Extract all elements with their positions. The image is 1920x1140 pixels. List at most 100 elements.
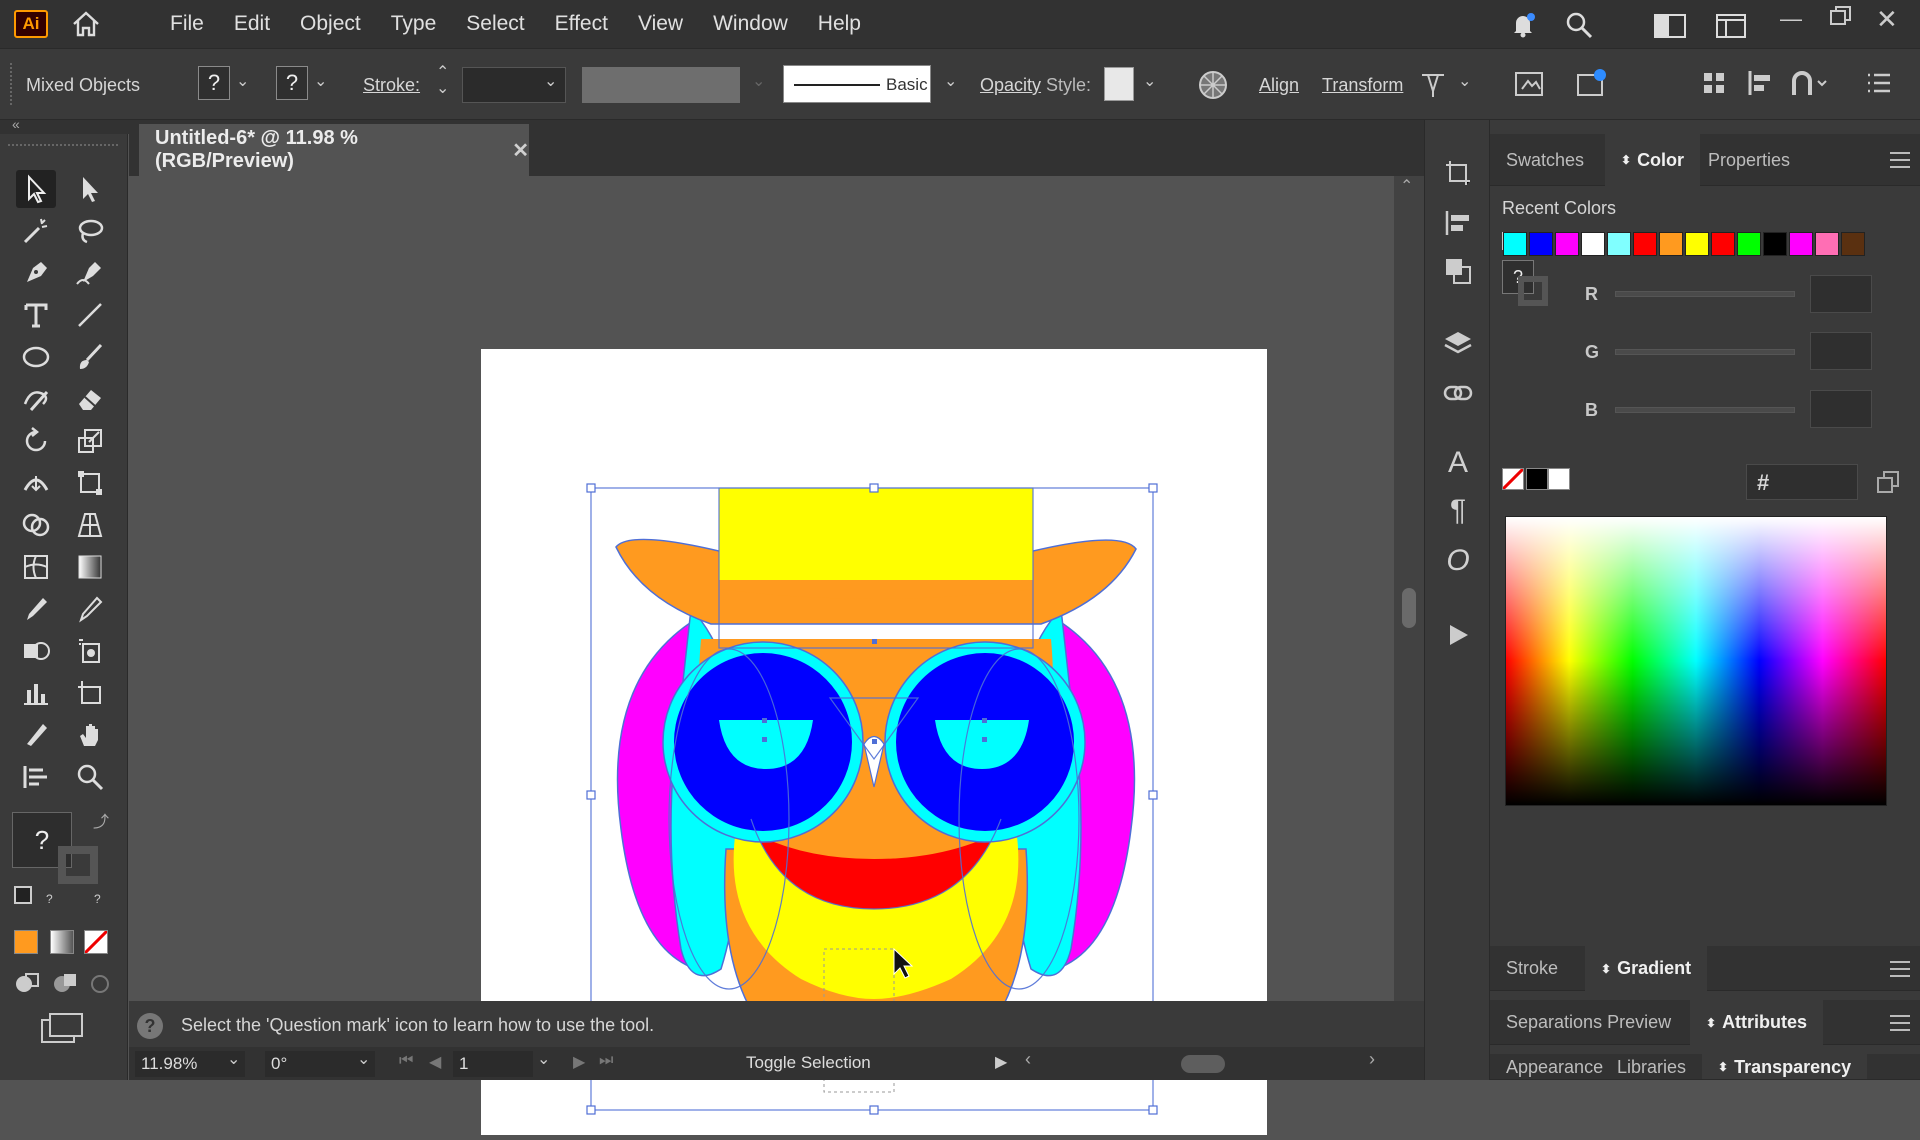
recent-color-swatch[interactable] [1685, 232, 1709, 256]
recent-color-swatch[interactable] [1659, 232, 1683, 256]
blend-tool-icon[interactable] [16, 632, 56, 670]
r-value-field[interactable] [1810, 275, 1872, 313]
recent-color-swatch[interactable] [1763, 232, 1787, 256]
arrange-documents-icon[interactable] [1716, 14, 1746, 43]
collapse-left-icon[interactable]: « [12, 116, 20, 132]
stroke-panel-menu-icon[interactable] [1890, 961, 1910, 977]
recent-color-swatch[interactable] [1607, 232, 1631, 256]
menu-window[interactable]: Window [698, 12, 803, 36]
color-copy-icon[interactable] [1876, 470, 1900, 499]
scroll-left-icon[interactable]: ‹ [1025, 1049, 1031, 1070]
curvature-tool-icon[interactable] [70, 254, 110, 292]
opacity-label[interactable]: Opacity [980, 75, 1041, 96]
shaper-tool-icon[interactable] [16, 380, 56, 418]
character-panel-icon[interactable]: A [1441, 446, 1475, 480]
ellipse-tool-icon[interactable] [16, 338, 56, 376]
tab-attributes[interactable]: ⬍ Attributes [1690, 1000, 1824, 1045]
status-text[interactable]: Toggle Selection [746, 1053, 871, 1073]
menu-object[interactable]: Object [285, 12, 376, 36]
isolate-icon[interactable] [1512, 67, 1546, 106]
column-graph-tool-icon[interactable] [16, 674, 56, 712]
r-slider[interactable] [1615, 291, 1795, 297]
g-slider[interactable] [1615, 349, 1795, 355]
zoom-tool-icon[interactable] [70, 758, 110, 796]
eraser-tool-icon[interactable] [70, 380, 110, 418]
menu-file[interactable]: File [155, 12, 219, 36]
recent-color-swatch[interactable] [1841, 232, 1865, 256]
panel-menu-icon[interactable] [1866, 71, 1892, 100]
gradient-mode-icon[interactable] [50, 930, 74, 954]
free-transform-tool-icon[interactable] [70, 464, 110, 502]
swap-fill-stroke-icon[interactable]: ⤴ [93, 808, 109, 832]
tab-color[interactable]: ⬍ Color [1605, 134, 1701, 186]
draw-normal-icon[interactable] [12, 970, 42, 1001]
more-chevron-icon[interactable]: ⌄ [1458, 71, 1471, 91]
shape-builder-tool-icon[interactable] [16, 506, 56, 544]
tab-transparency[interactable]: ⬍ Transparency [1702, 1054, 1868, 1079]
pen-tool-icon[interactable] [16, 254, 56, 292]
selection-tool-icon[interactable] [16, 170, 56, 208]
menu-select[interactable]: Select [451, 12, 539, 36]
minimize-icon[interactable]: — [1780, 6, 1802, 32]
recent-color-swatch[interactable] [1581, 232, 1605, 256]
transform-link[interactable]: Transform [1322, 75, 1403, 96]
none-color-icon[interactable] [1501, 467, 1525, 491]
menu-view[interactable]: View [623, 12, 698, 36]
recent-color-swatch[interactable] [1503, 232, 1527, 256]
tab-swatches[interactable]: Swatches [1490, 134, 1600, 186]
stroke-swatch[interactable]: ? [276, 66, 308, 100]
close-document-icon[interactable]: ✕ [512, 138, 529, 163]
g-value-field[interactable] [1810, 332, 1872, 370]
tab-gradient[interactable]: ⬍ Gradient [1585, 946, 1708, 991]
scroll-up-icon[interactable]: ⌃ [1400, 176, 1413, 196]
tab-libraries[interactable]: Libraries [1601, 1054, 1702, 1079]
line-tool-icon[interactable] [70, 296, 110, 334]
brush-chevron-icon[interactable]: ⌄ [944, 71, 957, 91]
hand-tool-icon[interactable] [70, 716, 110, 754]
color-stroke-swatch[interactable] [1518, 276, 1548, 306]
vertical-scrollbar[interactable]: ⌃ ⌄ [1394, 176, 1424, 1046]
prev-artboard-icon[interactable]: ◀ [429, 1052, 441, 1072]
scale-tool-icon[interactable] [70, 422, 110, 460]
brush-definition[interactable]: Basic [783, 65, 931, 103]
actions-panel-icon[interactable] [1441, 618, 1475, 652]
image-trace-icon[interactable] [1574, 67, 1608, 106]
mesh-tool-icon[interactable] [16, 548, 56, 586]
tab-separations-preview[interactable]: Separations Preview [1490, 1000, 1687, 1045]
b-value-field[interactable] [1810, 390, 1872, 428]
recent-color-swatch[interactable] [1789, 232, 1813, 256]
first-artboard-icon[interactable]: ⏮ [399, 1052, 413, 1070]
type-tool-icon[interactable] [16, 296, 56, 334]
tab-properties[interactable]: Properties [1692, 134, 1806, 186]
paintbrush-tool-icon[interactable] [70, 338, 110, 376]
color-mode-icon[interactable] [14, 930, 38, 954]
search-icon[interactable] [1564, 10, 1594, 45]
magic-wand-tool-icon[interactable] [16, 212, 56, 250]
b-slider[interactable] [1615, 407, 1795, 413]
artboard-number-field[interactable]: 1 [453, 1051, 533, 1077]
pathfinder-panel-icon[interactable] [1441, 254, 1475, 288]
rotate-tool-icon[interactable] [16, 422, 56, 460]
menu-type[interactable]: Type [376, 12, 452, 36]
fill-dropdown-chevron-icon[interactable]: ⌄ [236, 71, 249, 91]
align-panel-icon[interactable] [1441, 206, 1475, 240]
bell-icon[interactable] [1508, 10, 1538, 45]
status-menu-arrow-icon[interactable]: ▶ [995, 1052, 1007, 1072]
direct-selection-tool-icon[interactable] [70, 170, 110, 208]
stroke-label[interactable]: Stroke: [363, 75, 420, 96]
home-icon[interactable] [70, 9, 102, 44]
stroke-weight-stepper-icon[interactable]: ⌃ ⌄ [436, 65, 449, 97]
slice-tool-icon[interactable] [16, 716, 56, 754]
recent-color-swatch[interactable] [1711, 232, 1735, 256]
white-color-icon[interactable] [1548, 468, 1570, 490]
close-window-icon[interactable]: ✕ [1876, 4, 1898, 35]
artboard-nav-tool-icon[interactable] [16, 758, 56, 796]
artboards-panel-icon[interactable] [1441, 156, 1475, 190]
color-panel-menu-icon[interactable] [1890, 152, 1910, 168]
artboard-chevron-icon[interactable]: ⌄ [537, 1049, 550, 1069]
zoom-chevron-icon[interactable]: ⌄ [227, 1049, 240, 1069]
shape-builder-icon[interactable] [1790, 69, 1830, 102]
draw-behind-icon[interactable] [50, 970, 80, 1001]
tab-stroke[interactable]: Stroke [1490, 946, 1574, 991]
opentype-panel-icon[interactable]: O [1441, 544, 1475, 578]
